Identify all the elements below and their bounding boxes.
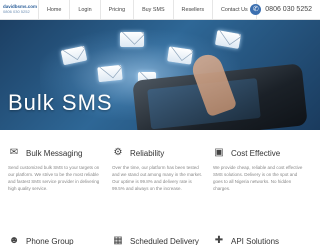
site-logo[interactable]: davidbsms.com 0806 030 5252 <box>3 4 37 14</box>
nav-pricing[interactable]: Pricing <box>99 0 133 19</box>
feature-title: Cost Effective <box>231 148 281 158</box>
gears-icon: ⚙ <box>113 147 123 158</box>
envelope-icon <box>97 64 123 83</box>
feature-title: Reliability <box>130 148 165 158</box>
hero-title: Bulk SMS <box>8 90 113 115</box>
feature-description: Over the time, our platform has been tes… <box>112 165 203 191</box>
puzzle-icon: ✚ <box>214 235 224 245</box>
phone-number: 0806 030 5252 <box>265 6 312 13</box>
logo-phone: 0806 030 5252 <box>3 9 30 14</box>
feature-bulk-messaging: ✉ Bulk Messaging Send customized bulk SM… <box>8 146 100 192</box>
main-nav: Home Login Pricing Buy SMS Resellers Con… <box>38 0 257 19</box>
envelope-icon <box>120 32 144 47</box>
feature-scheduled-delivery: ▦ Scheduled Delivery <box>112 234 204 245</box>
feature-phone-group: ☻ Phone Group <box>8 234 100 245</box>
phone-icon: ✆ <box>250 4 262 15</box>
nav-home[interactable]: Home <box>38 0 69 19</box>
feature-description: We provide cheap, reliable and cost effe… <box>213 165 303 191</box>
feature-reliability: ⚙ Reliability Over the time, our platfor… <box>112 146 204 192</box>
feature-description: Send customized bulk SMS to your targets… <box>8 165 100 191</box>
nav-login[interactable]: Login <box>69 0 99 19</box>
feature-api-solutions: ✚ API Solutions <box>213 234 305 245</box>
user-group-icon: ☻ <box>8 235 20 245</box>
nav-buy-sms[interactable]: Buy SMS <box>133 0 172 19</box>
feature-title: Bulk Messaging <box>26 148 83 158</box>
money-icon: ▣ <box>214 147 224 158</box>
header-phone: ✆ 0806 030 5252 <box>250 4 312 15</box>
envelope-icon <box>167 46 193 65</box>
feature-title: API Solutions <box>231 236 280 245</box>
envelope-icon: ✉ <box>9 147 19 158</box>
feature-title: Phone Group <box>26 236 74 245</box>
feature-cost-effective: ▣ Cost Effective We provide cheap, relia… <box>213 146 305 192</box>
hero-banner: Bulk SMS <box>0 20 320 130</box>
calendar-icon: ▦ <box>113 235 123 245</box>
feature-title: Scheduled Delivery <box>130 236 199 245</box>
site-header: davidbsms.com 0806 030 5252 Home Login P… <box>0 0 320 20</box>
nav-resellers[interactable]: Resellers <box>172 0 212 19</box>
